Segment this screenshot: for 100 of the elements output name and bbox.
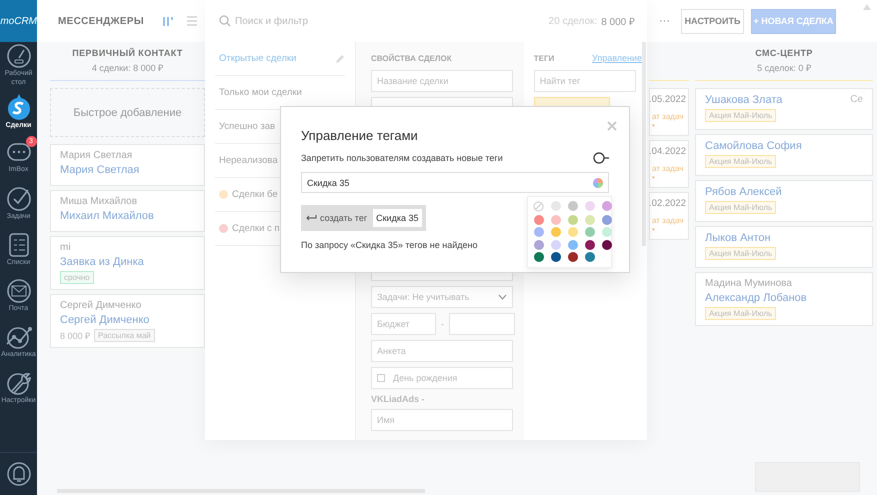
color-swatch[interactable]: [568, 240, 578, 250]
search-icon: [219, 15, 231, 27]
color-swatch[interactable]: [568, 252, 578, 262]
deal-tag: Акция Май-Июль: [705, 109, 776, 122]
column-summary: 5 сделок: 0 ₽: [757, 62, 811, 74]
deal-date: .05.2022: [649, 94, 686, 105]
color-swatch[interactable]: [584, 214, 594, 225]
deal-name-field[interactable]: Название сделки: [370, 70, 513, 92]
task-status: ат задач •: [652, 216, 684, 234]
empty-message: По запросу «Скидка 35» тегов не найдено: [301, 240, 478, 250]
deal-card[interactable]: .04.2022 ат задач •: [649, 140, 689, 188]
color-swatch[interactable]: [568, 214, 578, 225]
color-swatch[interactable]: [550, 214, 560, 225]
color-swatch[interactable]: [584, 252, 594, 262]
pipeline-view-icon[interactable]: [162, 15, 174, 27]
color-swatch[interactable]: [534, 214, 544, 225]
toggle-switch[interactable]: [593, 152, 609, 164]
bell-icon[interactable]: [6, 461, 30, 487]
first-name-field[interactable]: Имя: [370, 409, 513, 431]
range-separator: -: [440, 319, 444, 329]
deal-tag: Акция Май-Июль: [705, 155, 776, 168]
deal-title[interactable]: Рябов Алексей: [705, 186, 782, 198]
deal-title[interactable]: Мария Светлая: [60, 164, 140, 176]
tag-name-field[interactable]: Скидка 35: [301, 172, 609, 193]
deal-card[interactable]: Мадина Муминова Александр Лобанов Акция Май-Июль: [695, 272, 873, 326]
budget-to-field[interactable]: [448, 313, 515, 335]
deal-card[interactable]: .05.2022 ат задач •: [649, 88, 689, 136]
deal-title[interactable]: Лыков Антон: [705, 232, 771, 244]
color-swatch[interactable]: [584, 240, 594, 250]
deal-card[interactable]: Мария Светлая Мария Светлая: [50, 144, 205, 186]
create-tag-button[interactable]: создать тег Скидка 35: [301, 205, 426, 231]
deal-card[interactable]: Миша Михайлов Михаил Михайлов: [50, 190, 205, 232]
color-swatch[interactable]: [602, 240, 612, 250]
toggle-label: Запретить пользователям создавать новые теги: [301, 153, 503, 163]
contact-name: Сергей Димченко: [60, 300, 142, 311]
deal-card[interactable]: Рябов Алексей Акция Май-Июль: [695, 180, 873, 222]
list-view-icon[interactable]: [186, 16, 198, 26]
color-swatch[interactable]: [534, 240, 544, 250]
envelope-icon: [6, 278, 32, 304]
budget-from-field[interactable]: Бюджет: [370, 313, 436, 335]
color-swatch[interactable]: [602, 214, 612, 225]
dialog-title: Управление тегами: [301, 128, 419, 143]
manage-link[interactable]: Управление: [592, 53, 642, 63]
deal-card[interactable]: Ушакова Злата Се Акция Май-Июль: [695, 88, 873, 130]
deals-icon: [6, 92, 32, 120]
filter-preset[interactable]: Открытые сделки: [215, 42, 345, 76]
color-swatch[interactable]: [534, 252, 544, 262]
form-field[interactable]: Анкета: [370, 340, 513, 362]
deal-card[interactable]: Лыков Антон Акция Май-Июль: [695, 226, 873, 268]
deal-tag: Акция Май-Июль: [705, 307, 776, 320]
color-swatch[interactable]: [568, 227, 578, 238]
deal-title[interactable]: Александр Лобанов: [705, 292, 807, 304]
deal-title[interactable]: Самойлова София: [705, 140, 802, 152]
section-heading: ТЕГИ: [534, 52, 554, 64]
contact-name: Миша Михайлов: [60, 196, 138, 207]
more-button[interactable]: ···: [659, 15, 670, 27]
deal-title[interactable]: Заявка из Динка: [60, 256, 144, 268]
gauge-icon: [6, 43, 32, 69]
color-wheel-icon[interactable]: [593, 178, 603, 188]
color-swatch[interactable]: [602, 227, 612, 238]
tag-search-field[interactable]: Найти тег: [534, 70, 636, 92]
birthday-field[interactable]: День рождения: [370, 367, 513, 389]
new-tag-chip: Скидка 35: [373, 209, 422, 227]
color-swatch[interactable]: [568, 201, 578, 211]
deal-card[interactable]: Сергей Димченко Сергей Димченко 8 000 ₽ Рассылка май: [50, 294, 205, 348]
configure-button[interactable]: НАСТРОИТЬ: [681, 8, 744, 34]
color-swatch[interactable]: [550, 252, 560, 262]
color-swatch[interactable]: [584, 201, 594, 211]
search-field[interactable]: Поиск и фильтр: [235, 16, 545, 26]
color-swatch[interactable]: [602, 201, 612, 211]
new-deal-button[interactable]: + НОВАЯ СДЕЛКА: [751, 8, 836, 34]
deal-card[interactable]: Самойлова София Акция Май-Июль: [695, 134, 873, 176]
deal-title[interactable]: Ушакова Злата: [705, 94, 782, 106]
deal-tag: срочно: [60, 271, 94, 284]
close-icon[interactable]: [607, 121, 617, 131]
color-swatch[interactable]: [534, 227, 544, 238]
column-title: ПЕРВИЧНЫЙ КОНТАКТ: [72, 48, 183, 58]
color-swatch[interactable]: [550, 227, 560, 238]
deal-title[interactable]: Михаил Михайлов: [60, 210, 154, 222]
task-status: ат задач •: [652, 112, 684, 130]
scroll-up-icon[interactable]: [863, 4, 871, 10]
calendar-icon: [376, 374, 385, 382]
deal-title[interactable]: Сергей Димченко: [60, 314, 150, 326]
deal-tag: Акция Май-Июль: [705, 201, 776, 214]
column-summary: 4 сделки: 8 000 ₽: [92, 62, 164, 74]
check-icon: [6, 186, 32, 212]
pencil-icon[interactable]: [334, 54, 345, 64]
color-swatch[interactable]: [550, 240, 560, 250]
deal-price: 8 000 ₽: [60, 330, 90, 342]
no-color-icon[interactable]: [533, 201, 544, 212]
logo[interactable]: moCRM: [0, 0, 37, 42]
color-swatch[interactable]: [584, 227, 594, 238]
list-icon: [6, 232, 30, 258]
deal-card[interactable]: mi Заявка из Динка срочно: [50, 236, 205, 290]
tasks-select[interactable]: Задачи: Не учитывать: [370, 286, 513, 308]
contact-name: Мадина Муминова: [705, 278, 793, 289]
group-label: VKLiadAds -: [370, 394, 426, 404]
deal-card[interactable]: .02.2022 ат задач •: [649, 192, 689, 240]
caret-icon: [498, 294, 507, 300]
enter-icon: [306, 215, 317, 221]
